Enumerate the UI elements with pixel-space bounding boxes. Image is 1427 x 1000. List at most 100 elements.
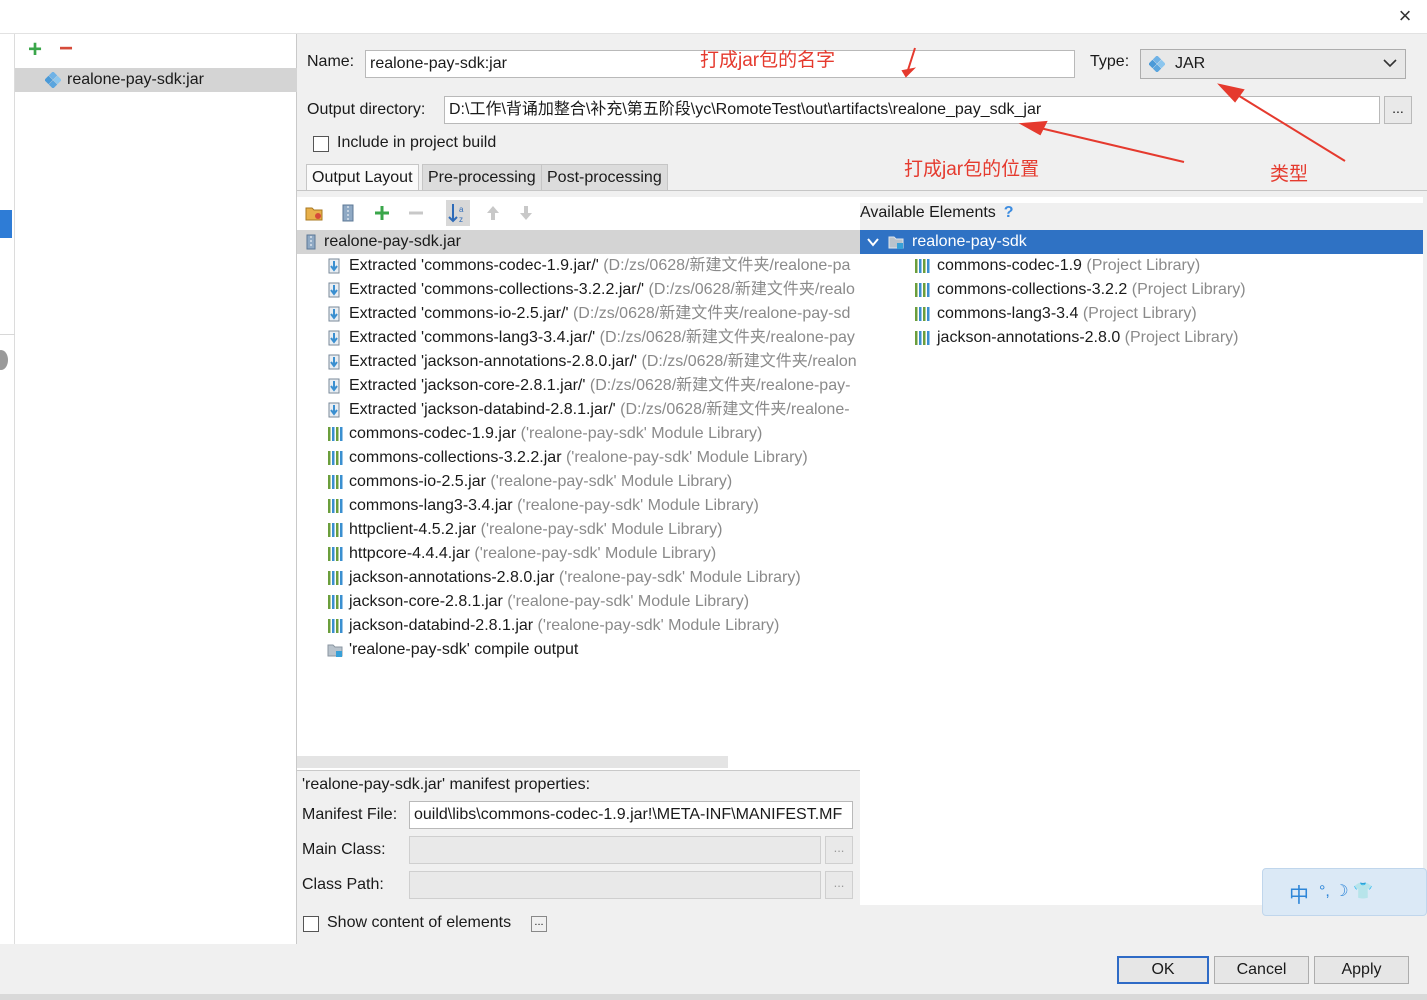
available-elements-pane: Available Elements? realone-pay-sdk comm…: [860, 197, 1423, 905]
tree-row-library[interactable]: jackson-databind-2.8.1.jar ('realone-pay…: [297, 614, 860, 638]
tree-row-library[interactable]: commons-lang3-3.4.jar ('realone-pay-sdk'…: [297, 494, 860, 518]
library-icon: [328, 595, 343, 609]
tree-row-library-label: jackson-core-2.8.1.jar ('realone-pay-sdk…: [349, 590, 749, 614]
tree-row-library-label: httpclient-4.5.2.jar ('realone-pay-sdk' …: [349, 518, 722, 542]
tree-row-library-name: httpcore-4.4.4.jar: [349, 545, 470, 562]
help-icon[interactable]: ?: [1004, 204, 1014, 221]
library-icon: [328, 547, 343, 561]
library-icon: [915, 283, 930, 297]
new-directory-icon[interactable]: [304, 203, 324, 223]
tree-row-extracted[interactable]: Extracted 'jackson-core-2.8.1.jar/' (D:/…: [297, 374, 860, 398]
available-library-row-note: (Project Library): [1127, 281, 1246, 298]
tab-pre-processing[interactable]: Pre-processing: [422, 164, 542, 191]
include-in-build-label[interactable]: Include in project build: [337, 134, 496, 152]
type-select[interactable]: JAR: [1140, 49, 1406, 79]
library-icon: [328, 523, 343, 537]
tree-row-library[interactable]: commons-io-2.5.jar ('realone-pay-sdk' Mo…: [297, 470, 860, 494]
nav-scroll-handle[interactable]: [0, 350, 8, 370]
close-icon[interactable]: ×: [1393, 4, 1417, 28]
output-layout-pane: a z realone-pay-sdk.jar Extracted 'commo…: [297, 197, 860, 770]
tree-row-library-note: ('realone-pay-sdk' Module Library): [554, 569, 801, 586]
tree-row-extracted[interactable]: Extracted 'commons-io-2.5.jar/' (D:/zs/0…: [297, 302, 860, 326]
available-library-row[interactable]: jackson-annotations-2.8.0 (Project Libra…: [860, 326, 1423, 350]
tree-row-library[interactable]: httpclient-4.5.2.jar ('realone-pay-sdk' …: [297, 518, 860, 542]
output-directory-label: Output directory:: [307, 101, 426, 118]
move-up-icon[interactable]: [483, 203, 503, 223]
tree-row-library-label: commons-lang3-3.4.jar ('realone-pay-sdk'…: [349, 494, 759, 518]
ime-symbols[interactable]: °, ☽ 👕: [1319, 881, 1373, 901]
tree-row-extracted-name: Extracted 'commons-collections-3.2.2.jar…: [349, 281, 645, 298]
main-class-input[interactable]: [409, 836, 821, 864]
add-artifact-button[interactable]: +: [25, 38, 45, 62]
include-in-build-checkbox[interactable]: [313, 136, 329, 152]
tree-row-extracted-note: (D:/zs/0628/新建文件夹/realo: [644, 281, 855, 298]
library-icon: [328, 499, 343, 513]
output-directory-input[interactable]: D:\工作\背诵加整合\补充\第五阶段\yc\RomoteTest\out\ar…: [444, 96, 1380, 124]
class-path-browse-button[interactable]: ...: [825, 871, 853, 899]
tree-row-extracted-note: (D:/zs/0628/新建文件夹/realone-pay-: [585, 377, 851, 394]
browse-output-button[interactable]: ...: [1384, 96, 1412, 124]
compile-output-row[interactable]: 'realone-pay-sdk' compile output: [297, 638, 860, 662]
artifact-diamond-icon: [45, 72, 61, 88]
tree-row-library[interactable]: commons-codec-1.9.jar ('realone-pay-sdk'…: [297, 422, 860, 446]
tab-post-processing[interactable]: Post-processing: [541, 164, 668, 191]
compile-output-label: 'realone-pay-sdk' compile output: [349, 641, 579, 658]
remove-element-icon[interactable]: [406, 203, 426, 223]
add-element-icon[interactable]: [372, 203, 392, 223]
svg-text:a: a: [459, 205, 464, 214]
tree-row-library-note: ('realone-pay-sdk' Module Library): [533, 617, 780, 634]
tree-row-library-note: ('realone-pay-sdk' Module Library): [502, 593, 750, 610]
show-content-label[interactable]: Show content of elements: [327, 914, 511, 932]
tree-row-extracted[interactable]: Extracted 'commons-codec-1.9.jar/' (D:/z…: [297, 254, 860, 278]
tree-row-library[interactable]: jackson-annotations-2.8.0.jar ('realone-…: [297, 566, 860, 590]
available-library-row[interactable]: commons-lang3-3.4 (Project Library): [860, 302, 1423, 326]
tree-row-extracted[interactable]: Extracted 'jackson-annotations-2.8.0.jar…: [297, 350, 860, 374]
ime-toolbar[interactable]: 中 °, ☽ 👕: [1262, 868, 1427, 916]
expand-chevron-icon[interactable]: [866, 235, 880, 249]
tree-row-library-note: ('realone-pay-sdk' Module Library): [512, 497, 759, 514]
manifest-file-input[interactable]: ouild\libs\commons-codec-1.9.jar!\META-I…: [409, 801, 853, 829]
layout-horizontal-scrollbar[interactable]: [297, 756, 728, 768]
tree-row-library-label: jackson-annotations-2.8.0.jar ('realone-…: [349, 566, 801, 590]
tab-output-layout[interactable]: Output Layout: [306, 164, 419, 191]
sort-icon[interactable]: a z: [446, 200, 470, 226]
tree-row-library-name: httpclient-4.5.2.jar: [349, 521, 477, 538]
available-library-row-label: commons-collections-3.2.2 (Project Libra…: [937, 278, 1246, 302]
tree-root-jar[interactable]: realone-pay-sdk.jar: [297, 230, 860, 254]
nav-divider: [0, 334, 15, 335]
available-library-row-name: commons-codec-1.9: [937, 257, 1082, 274]
apply-button[interactable]: Apply: [1314, 956, 1409, 984]
move-down-icon[interactable]: [516, 203, 536, 223]
artifact-list-item[interactable]: realone-pay-sdk:jar: [15, 68, 297, 92]
show-content-options-button[interactable]: ...: [531, 916, 547, 932]
tree-row-extracted-label: Extracted 'commons-codec-1.9.jar/' (D:/z…: [349, 254, 850, 278]
main-class-browse-button[interactable]: ...: [825, 836, 853, 864]
available-module-row[interactable]: realone-pay-sdk: [860, 230, 1423, 254]
available-library-row[interactable]: commons-collections-3.2.2 (Project Libra…: [860, 278, 1423, 302]
tree-row-extracted[interactable]: Extracted 'jackson-databind-2.8.1.jar/' …: [297, 398, 860, 422]
tree-row-library[interactable]: commons-collections-3.2.2.jar ('realone-…: [297, 446, 860, 470]
tree-row-library[interactable]: httpcore-4.4.4.jar ('realone-pay-sdk' Mo…: [297, 542, 860, 566]
chevron-down-icon: [1383, 59, 1397, 68]
tree-row-extracted-name: Extracted 'jackson-databind-2.8.1.jar/': [349, 401, 616, 418]
tree-row-library[interactable]: jackson-core-2.8.1.jar ('realone-pay-sdk…: [297, 590, 860, 614]
library-icon: [328, 427, 343, 441]
class-path-input[interactable]: [409, 871, 821, 899]
tree-row-extracted-note: (D:/zs/0628/新建文件夹/realone-: [615, 401, 850, 418]
type-select-value: JAR: [1175, 55, 1206, 72]
ok-button[interactable]: OK: [1117, 956, 1209, 984]
tree-row-extracted[interactable]: Extracted 'commons-collections-3.2.2.jar…: [297, 278, 860, 302]
show-content-checkbox[interactable]: [303, 916, 319, 932]
cancel-button[interactable]: Cancel: [1214, 956, 1309, 984]
archive-icon[interactable]: [338, 203, 358, 223]
tree-row-extracted[interactable]: Extracted 'commons-lang3-3.4.jar/' (D:/z…: [297, 326, 860, 350]
remove-artifact-button[interactable]: −: [55, 37, 77, 62]
layout-toolbar: a z: [297, 197, 860, 229]
available-library-row-note: (Project Library): [1081, 257, 1201, 274]
manifest-file-label: Manifest File:: [302, 806, 398, 823]
tree-row-extracted-note: (D:/zs/0628/新建文件夹/realone-pa: [598, 257, 851, 274]
available-library-row[interactable]: commons-codec-1.9 (Project Library): [860, 254, 1423, 278]
tree-row-library-note: ('realone-pay-sdk' Module Library): [561, 449, 808, 466]
tree-row-extracted-note: (D:/zs/0628/新建文件夹/realon: [637, 353, 857, 370]
ime-language-indicator[interactable]: 中: [1289, 879, 1309, 908]
